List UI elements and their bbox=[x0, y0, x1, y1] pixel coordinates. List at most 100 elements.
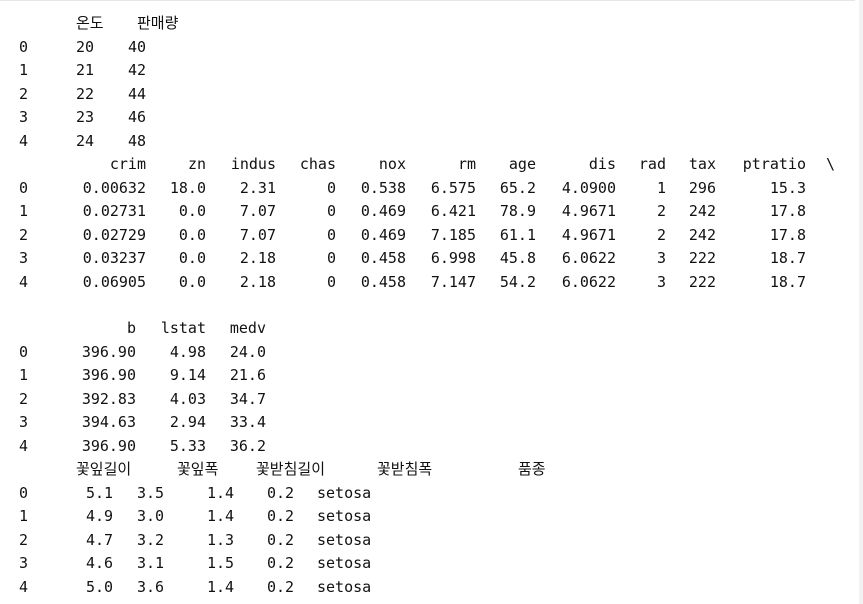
table-header-row: 온도 판매량 bbox=[0, 12, 855, 36]
table-cell: 17.8 bbox=[769, 225, 806, 244]
dataframe-boston-part2: b lstat medv 0 396.90 4.98 24.0 1 396.90… bbox=[0, 317, 855, 458]
table-cell: 18.7 bbox=[769, 249, 806, 267]
table-row: 4 0.06905 0.0 2.18 0 0.458 7.147 54.2 6.… bbox=[0, 271, 855, 295]
table-cell: 392.83 bbox=[81, 389, 136, 408]
table-cell: 0.00632 bbox=[82, 178, 146, 197]
table-cell: setosa bbox=[317, 507, 372, 525]
table-cell: 20 bbox=[76, 37, 95, 56]
row-index: 0 bbox=[19, 37, 29, 56]
row-index: 3 bbox=[19, 554, 29, 572]
table-cell: 48 bbox=[128, 131, 147, 150]
table-cell: 0.02729 bbox=[82, 225, 146, 244]
table-row: 1 0.02731 0.0 7.07 0 0.469 6.421 78.9 4.… bbox=[0, 200, 855, 224]
table-cell: 0.458 bbox=[360, 272, 406, 291]
column-header: b bbox=[126, 319, 136, 337]
table-cell: 396.90 bbox=[81, 436, 136, 455]
row-index: 2 bbox=[19, 530, 29, 549]
table-cell: 21 bbox=[76, 61, 95, 79]
table-cell: 18.7 bbox=[769, 272, 806, 291]
table-cell: 21.6 bbox=[229, 366, 266, 384]
table-row: 2 4.7 3.2 1.3 0.2 setosa bbox=[0, 529, 855, 553]
table-cell: 2 bbox=[656, 225, 666, 244]
table-cell: 0.2 bbox=[267, 507, 295, 525]
column-header: 품종 bbox=[518, 460, 546, 478]
table-cell: 0.0 bbox=[178, 202, 206, 220]
table-cell: 3.5 bbox=[137, 483, 165, 502]
table-cell: 0 bbox=[326, 178, 336, 197]
table-header-row: b lstat medv bbox=[0, 317, 855, 341]
table-cell: 4.03 bbox=[169, 389, 206, 408]
table-cell: 0.2 bbox=[267, 577, 295, 596]
table-cell: 1.5 bbox=[207, 554, 235, 572]
table-cell: 2.94 bbox=[169, 413, 206, 431]
table-cell: 394.63 bbox=[81, 413, 136, 431]
table-cell: 0.538 bbox=[360, 178, 406, 197]
column-header: dis bbox=[588, 155, 616, 173]
table-cell: 4.9671 bbox=[561, 225, 616, 244]
table-cell: 0.0 bbox=[178, 272, 206, 291]
table-cell: 9.14 bbox=[169, 366, 206, 384]
table-cell: 24.0 bbox=[229, 342, 266, 361]
table-cell: 0.458 bbox=[360, 249, 406, 267]
table-row: 4 24 48 bbox=[0, 130, 855, 154]
table-row: 3 23 46 bbox=[0, 106, 855, 130]
column-header: 꽃잎길이 bbox=[76, 460, 132, 478]
dataframe-sales: 온도 판매량 0 20 40 1 21 42 2 22 44 3 23 46 4… bbox=[0, 12, 855, 153]
table-cell: 22 bbox=[76, 84, 95, 103]
table-cell: 45.8 bbox=[499, 249, 536, 267]
row-index: 0 bbox=[19, 178, 29, 197]
table-cell: 3.6 bbox=[137, 577, 165, 596]
column-header: ptratio bbox=[742, 155, 806, 173]
table-row: 2 22 44 bbox=[0, 83, 855, 107]
row-index: 2 bbox=[19, 225, 29, 244]
table-cell: 0.469 bbox=[360, 202, 406, 220]
table-row: 3 4.6 3.1 1.5 0.2 setosa bbox=[0, 552, 855, 576]
table-cell: 17.8 bbox=[769, 202, 806, 220]
table-row: 0 20 40 bbox=[0, 36, 855, 60]
table-cell: 65.2 bbox=[499, 178, 536, 197]
column-header: rad bbox=[638, 155, 666, 173]
table-cell: 0 bbox=[326, 272, 336, 291]
table-cell: 15.3 bbox=[769, 178, 806, 197]
table-row: 0 5.1 3.5 1.4 0.2 setosa bbox=[0, 482, 855, 506]
table-cell: 1 bbox=[656, 178, 666, 197]
table-cell: 7.07 bbox=[239, 202, 276, 220]
table-header-row: crim zn indus chas nox rm age dis rad ta… bbox=[0, 153, 855, 177]
table-cell: 222 bbox=[688, 249, 716, 267]
column-header: zn bbox=[187, 155, 206, 173]
table-cell: 34.7 bbox=[229, 389, 266, 408]
table-cell: 0 bbox=[326, 202, 336, 220]
table-cell: setosa bbox=[317, 554, 372, 572]
table-row: 0 0.00632 18.0 2.31 0 0.538 6.575 65.2 4… bbox=[0, 177, 855, 201]
table-cell: 4.98 bbox=[169, 342, 206, 361]
table-cell: 1.4 bbox=[207, 507, 235, 525]
table-cell: 5.1 bbox=[86, 483, 114, 502]
table-cell: 78.9 bbox=[499, 202, 536, 220]
table-cell: 0 bbox=[326, 249, 336, 267]
table-row: 3 0.03237 0.0 2.18 0 0.458 6.998 45.8 6.… bbox=[0, 247, 855, 271]
row-index: 2 bbox=[19, 84, 29, 103]
table-cell: 3 bbox=[656, 272, 666, 291]
table-row: 1 4.9 3.0 1.4 0.2 setosa bbox=[0, 505, 855, 529]
table-cell: 0.0 bbox=[178, 249, 206, 267]
table-cell: 0.2 bbox=[267, 483, 295, 502]
table-cell: 3 bbox=[656, 249, 666, 267]
table-cell: 18.0 bbox=[169, 178, 206, 197]
vertical-scrollbar[interactable] bbox=[859, 0, 863, 604]
table-cell: 0.03237 bbox=[82, 249, 146, 267]
row-index: 1 bbox=[19, 61, 29, 79]
table-cell: 33.4 bbox=[229, 413, 266, 431]
column-header: lstat bbox=[160, 319, 206, 337]
table-cell: 6.0622 bbox=[561, 249, 616, 267]
table-cell: 2 bbox=[656, 202, 666, 220]
table-row: 1 396.90 9.14 21.6 bbox=[0, 364, 855, 388]
table-header-row: 꽃잎길이 꽃잎폭 꽃받침길이 꽃받침폭 품종 bbox=[0, 458, 855, 482]
table-cell: 3.0 bbox=[137, 507, 165, 525]
table-row: 2 0.02729 0.0 7.07 0 0.469 7.185 61.1 4.… bbox=[0, 224, 855, 248]
table-cell: 7.147 bbox=[430, 272, 476, 291]
column-header: nox bbox=[378, 155, 406, 173]
table-row: 4 396.90 5.33 36.2 bbox=[0, 435, 855, 459]
table-cell: 222 bbox=[688, 272, 716, 291]
table-cell: 296 bbox=[688, 178, 716, 197]
column-header: rm bbox=[457, 155, 476, 173]
